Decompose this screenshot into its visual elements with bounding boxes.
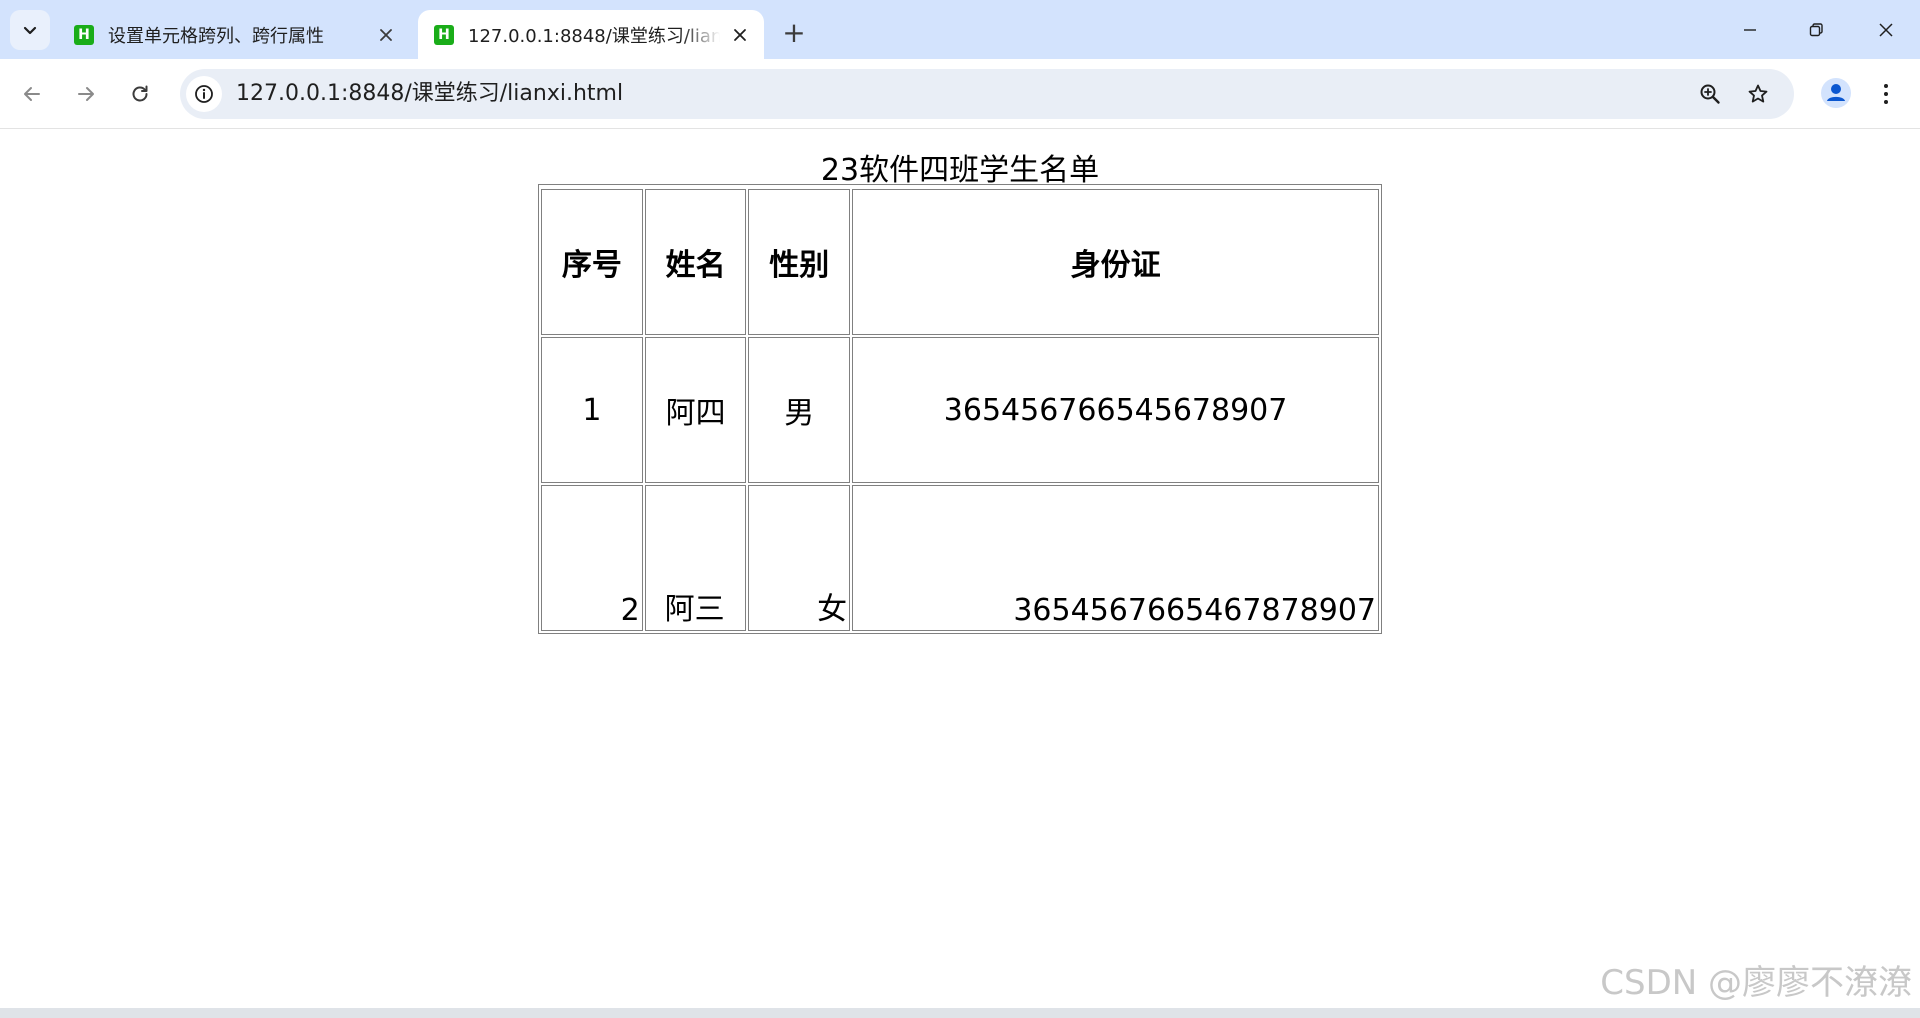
profile-avatar[interactable] bbox=[1816, 73, 1856, 113]
cell-id: 3654567665467878907 bbox=[852, 485, 1379, 631]
header-id: 身份证 bbox=[852, 189, 1379, 335]
tab-active[interactable]: H 127.0.0.1:8848/课堂练习/lianxi.html bbox=[418, 10, 764, 59]
zoom-button[interactable] bbox=[1692, 76, 1728, 112]
bookmark-button[interactable] bbox=[1740, 76, 1776, 112]
header-name: 姓名 bbox=[644, 189, 747, 335]
address-bar[interactable]: 127.0.0.1:8848/课堂练习/lianxi.html bbox=[180, 69, 1794, 119]
cell-id: 365456766545678907 bbox=[852, 337, 1379, 483]
header-gender: 性别 bbox=[748, 189, 851, 335]
more-vert-icon bbox=[1884, 84, 1888, 104]
tab-title: 127.0.0.1:8848/课堂练习/lianxi.html bbox=[468, 25, 720, 47]
restore-button[interactable] bbox=[1788, 8, 1844, 52]
tab-inactive[interactable]: H 设置单元格跨列、跨行属性 bbox=[58, 10, 410, 59]
star-icon bbox=[1748, 84, 1768, 103]
tab-search-button[interactable] bbox=[10, 10, 50, 50]
tab-strip: H 设置单元格跨列、跨行属性 H 127.0.0.1:8848/课堂练习/lia… bbox=[0, 0, 1920, 59]
back-button[interactable] bbox=[14, 76, 50, 112]
window-bottom-edge bbox=[0, 1008, 1920, 1018]
table-header-row: 序号 姓名 性别 身份证 bbox=[541, 189, 1379, 335]
cell-name: 阿三 bbox=[644, 485, 747, 631]
reload-icon bbox=[132, 85, 148, 102]
close-icon bbox=[380, 28, 392, 41]
cell-name: 阿四 bbox=[644, 337, 747, 483]
table-caption: 23软件四班学生名单 bbox=[820, 153, 1100, 188]
hbuilder-favicon-icon: H bbox=[74, 24, 94, 45]
site-info-button[interactable] bbox=[186, 76, 222, 112]
new-tab-button[interactable]: + bbox=[776, 14, 812, 50]
tab-title: 设置单元格跨列、跨行属性 bbox=[108, 25, 324, 47]
info-icon bbox=[195, 85, 213, 103]
hbuilder-favicon-icon: H bbox=[434, 24, 454, 45]
tab-close-button[interactable] bbox=[372, 21, 400, 49]
close-icon bbox=[1879, 23, 1893, 37]
arrow-right-icon bbox=[78, 87, 94, 101]
header-no: 序号 bbox=[541, 189, 643, 335]
tab-close-button[interactable] bbox=[726, 21, 754, 49]
restore-icon bbox=[1809, 23, 1823, 37]
close-window-button[interactable] bbox=[1858, 8, 1914, 52]
table-row: 2 阿三 女 3654567665467878907 bbox=[541, 485, 1379, 631]
browser-menu-button[interactable] bbox=[1868, 76, 1904, 112]
cell-no: 2 bbox=[541, 485, 643, 631]
csdn-watermark: CSDN @廖廖不潦潦 bbox=[1600, 963, 1912, 1003]
cell-gender: 男 bbox=[748, 337, 851, 483]
reload-button[interactable] bbox=[122, 76, 158, 112]
chevron-down-icon bbox=[23, 26, 37, 35]
address-url[interactable]: 127.0.0.1:8848/课堂练习/lianxi.html bbox=[236, 69, 623, 119]
arrow-left-icon bbox=[24, 87, 40, 101]
table-row: 1 阿四 男 365456766545678907 bbox=[541, 337, 1379, 483]
minimize-icon bbox=[1744, 29, 1756, 31]
cell-no: 1 bbox=[541, 337, 643, 483]
page-viewport: 23软件四班学生名单 序号 姓名 性别 身份证 1 阿四 男 365456766… bbox=[0, 130, 1920, 1008]
cell-gender: 女 bbox=[748, 485, 851, 631]
person-icon bbox=[1821, 78, 1851, 108]
zoom-in-icon bbox=[1700, 84, 1720, 104]
student-roster-table: 23软件四班学生名单 序号 姓名 性别 身份证 1 阿四 男 365456766… bbox=[538, 153, 1382, 634]
forward-button[interactable] bbox=[68, 76, 104, 112]
browser-toolbar: 127.0.0.1:8848/课堂练习/lianxi.html bbox=[0, 59, 1920, 129]
close-icon bbox=[734, 28, 746, 41]
minimize-button[interactable] bbox=[1722, 8, 1778, 52]
